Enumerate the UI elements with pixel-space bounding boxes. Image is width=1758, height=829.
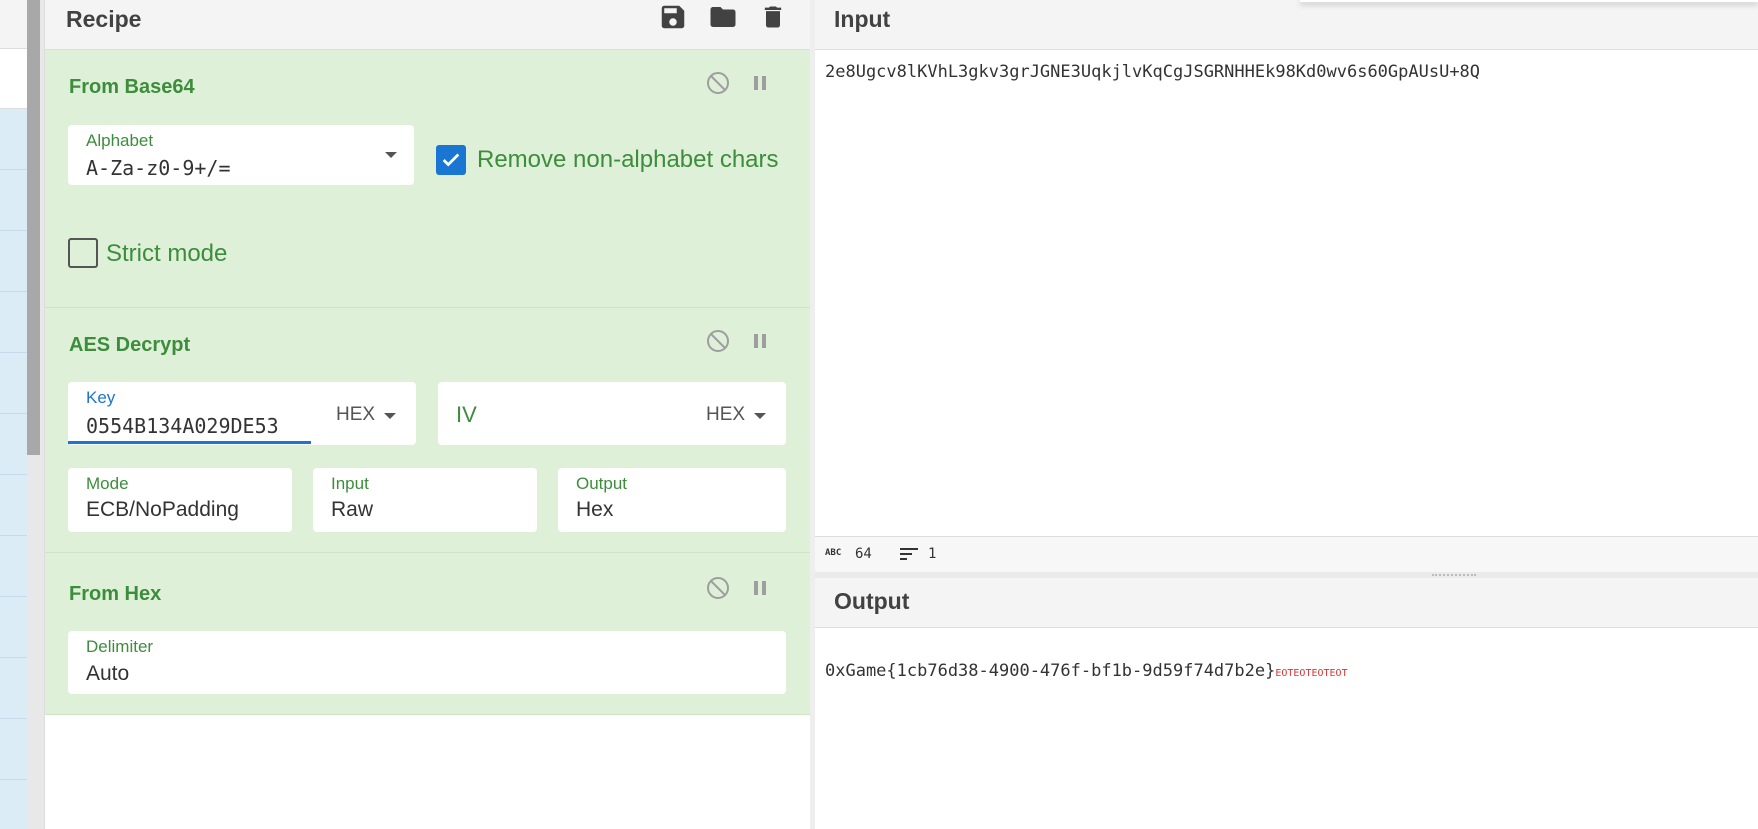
delimiter-select[interactable]: Delimiter Auto (68, 631, 786, 694)
input-format-label: Input (331, 474, 369, 493)
strict-mode-label: Strict mode (106, 240, 228, 267)
alphabet-select[interactable]: Alphabet A-Za-z0-9+/= (68, 125, 414, 185)
disable-icon[interactable] (705, 575, 731, 601)
iv-field[interactable]: IV HEX (438, 382, 786, 445)
output-format-label: Output (576, 474, 628, 493)
input-lines: 1 (928, 546, 937, 562)
input-status-bar: ABC 64 1 (815, 536, 1758, 572)
operation-aes-decrypt[interactable]: AES Decrypt Key 0554B134A029DE53 HEX IV … (45, 308, 811, 553)
trash-icon[interactable] (757, 1, 789, 33)
disable-icon[interactable] (705, 328, 731, 354)
output-pane: Output 0xGame{1cb76d38-4900-476f-bf1b-9d… (815, 578, 1758, 829)
key-field[interactable]: Key 0554B134A029DE53 HEX (68, 382, 416, 445)
mode-label: Mode (86, 474, 129, 493)
delimiter-label: Delimiter (86, 637, 154, 656)
input-format-select[interactable]: Input Raw (313, 468, 537, 532)
key-input[interactable]: 0554B134A029DE53 (86, 414, 279, 438)
popover-shadow (1300, 0, 1758, 2)
operation-from-base64[interactable]: From Base64 Alphabet A-Za-z0-9+/= Remove… (45, 50, 811, 308)
output-value: 0xGame{1cb76d38-4900-476f-bf1b-9d59f74d7… (825, 661, 1276, 681)
key-format-dropdown[interactable]: HEX (336, 404, 375, 426)
delimiter-value: Auto (86, 662, 130, 685)
key-focus-underline (68, 441, 311, 444)
input-header: Input (815, 0, 1758, 50)
pause-icon[interactable] (747, 575, 773, 601)
remove-non-alphabet-checkbox[interactable] (436, 145, 466, 175)
mode-select[interactable]: Mode ECB/NoPadding (68, 468, 292, 532)
operation-title: From Hex (69, 583, 162, 605)
lines-icon (900, 546, 918, 566)
cyberchef-window: Recipe From Base64 Alphabet A-Za-z0-9+/=… (0, 0, 1758, 829)
operation-title: From Base64 (69, 76, 195, 98)
alphabet-value: A-Za-z0-9+/= (86, 156, 231, 180)
output-text[interactable]: 0xGame{1cb76d38-4900-476f-bf1b-9d59f74d7… (825, 661, 1348, 681)
output-header: Output (815, 578, 1758, 628)
operation-title: AES Decrypt (69, 334, 191, 356)
input-format-value: Raw (331, 498, 374, 521)
key-label: Key (86, 388, 116, 407)
input-title: Input (834, 6, 891, 32)
operations-list[interactable] (0, 109, 27, 829)
abc-icon: ABC (825, 548, 842, 558)
input-length: 64 (855, 546, 872, 562)
save-icon[interactable] (657, 1, 689, 33)
input-pane: Input 2e8Ugcv8lKVhL3gkv3grJGNE3UqkjlvKqC… (815, 0, 1758, 572)
output-format-value: Hex (576, 498, 614, 521)
operations-scrollbar-thumb[interactable] (27, 0, 40, 455)
disable-icon[interactable] (705, 70, 731, 96)
resize-grip[interactable] (1432, 574, 1476, 576)
control-characters: EOTEOTEOTEOT (1275, 668, 1348, 679)
recipe-panel: Recipe From Base64 Alphabet A-Za-z0-9+/=… (44, 0, 811, 829)
chevron-down-icon (384, 413, 396, 419)
remove-non-alphabet-label: Remove non-alphabet chars (477, 146, 779, 173)
iv-placeholder[interactable]: IV (456, 402, 477, 428)
folder-icon[interactable] (707, 1, 739, 33)
iv-format-dropdown[interactable]: HEX (706, 404, 745, 426)
operations-strip (0, 0, 27, 829)
output-format-select[interactable]: Output Hex (558, 468, 786, 532)
pause-icon[interactable] (747, 70, 773, 96)
strict-mode-checkbox[interactable] (68, 238, 98, 268)
output-title: Output (834, 588, 910, 614)
mode-value: ECB/NoPadding (86, 498, 239, 521)
chevron-down-icon (385, 152, 397, 158)
input-textarea[interactable]: 2e8Ugcv8lKVhL3gkv3grJGNE3UqkjlvKqCgJSGRN… (825, 62, 1480, 82)
recipe-title: Recipe (66, 6, 142, 32)
operation-from-hex[interactable]: From Hex Delimiter Auto (45, 553, 811, 715)
pause-icon[interactable] (747, 328, 773, 354)
alphabet-label: Alphabet (86, 131, 154, 150)
recipe-header: Recipe (45, 0, 811, 50)
chevron-down-icon (754, 413, 766, 419)
